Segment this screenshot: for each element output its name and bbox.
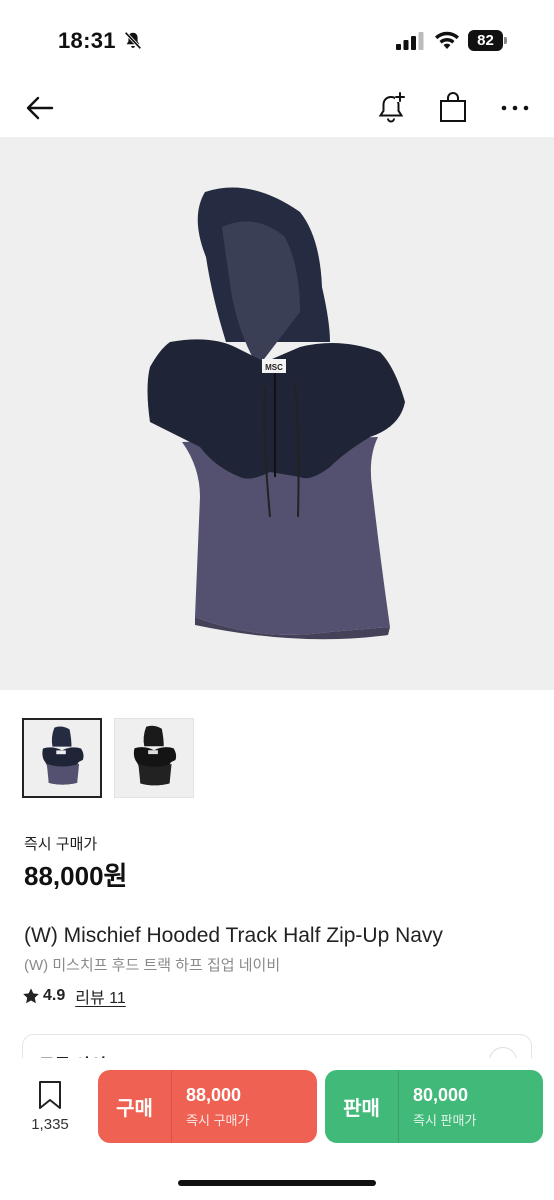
- battery-level: 82: [468, 30, 503, 51]
- buy-price: 88,000: [186, 1084, 242, 1105]
- rating-row: 4.9 리뷰 11: [22, 985, 126, 1007]
- product-image[interactable]: MSC: [0, 137, 554, 690]
- reviews-link[interactable]: 리뷰 11: [75, 984, 126, 1008]
- signal-icon: [396, 32, 424, 50]
- star-icon: [23, 988, 39, 1004]
- wifi-icon: [435, 31, 459, 49]
- bookmark-icon: [39, 1081, 61, 1109]
- back-arrow-icon[interactable]: [22, 90, 58, 126]
- svg-text:MSC: MSC: [265, 363, 283, 372]
- sell-button-label: 판매: [325, 1070, 399, 1143]
- shopping-bag-icon[interactable]: [436, 90, 470, 126]
- buy-subtitle: 즉시 구매가: [186, 1112, 250, 1128]
- wishlist-button[interactable]: 1,335: [24, 1080, 76, 1140]
- product-title: (W) Mischief Hooded Track Half Zip-Up Na…: [24, 924, 443, 947]
- bell-off-icon: [124, 31, 142, 50]
- wishlist-count: 1,335: [31, 1116, 69, 1133]
- product-title-korean: (W) 미스치프 후드 트랙 하프 집업 네이비: [24, 957, 281, 974]
- buy-button-label: 구매: [98, 1070, 172, 1143]
- thumbnail-navy[interactable]: [22, 718, 102, 798]
- home-indicator: [178, 1180, 376, 1186]
- buy-button[interactable]: 구매 88,000 즉시 구매가: [98, 1070, 317, 1143]
- sell-subtitle: 즉시 판매가: [413, 1112, 477, 1128]
- more-icon[interactable]: [498, 90, 532, 126]
- bell-plus-icon[interactable]: [374, 90, 408, 126]
- sell-button[interactable]: 판매 80,000 즉시 판매가: [325, 1070, 543, 1143]
- sell-price: 80,000: [413, 1084, 469, 1105]
- price: 88,000원: [24, 861, 128, 891]
- rating-value: 4.9: [43, 987, 66, 1004]
- top-nav: [0, 80, 554, 136]
- battery-indicator: 82: [468, 30, 508, 52]
- status-time: 18:31: [58, 28, 116, 53]
- price-label: 즉시 구매가: [24, 836, 98, 853]
- bottom-action-bar: 1,335 구매 88,000 즉시 구매가 판매 80,000 즉시 판매가: [0, 1058, 554, 1200]
- thumbnail-black[interactable]: [114, 718, 194, 798]
- status-bar: 18:31 82: [0, 0, 554, 80]
